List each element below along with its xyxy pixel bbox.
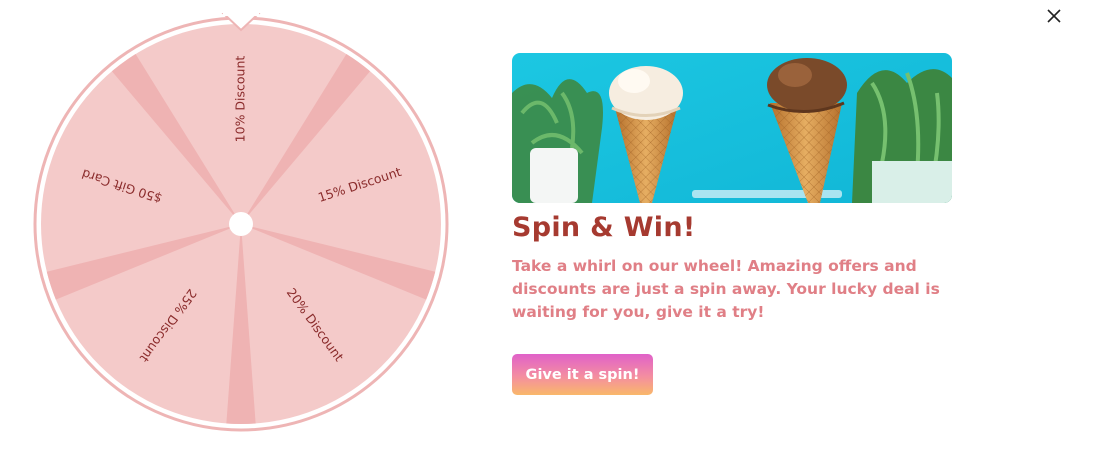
- wheel-pointer-cap: [223, 10, 259, 16]
- wheel-segment-label: 10% Discount: [233, 56, 248, 143]
- promo-image: [512, 53, 952, 203]
- promo-description: Take a whirl on our wheel! Amazing offer…: [512, 257, 940, 321]
- wheel-hub: [229, 212, 253, 236]
- close-icon: [1047, 9, 1061, 23]
- promo-title: Spin & Win!: [512, 212, 696, 243]
- spin-button[interactable]: Give it a spin!: [512, 354, 653, 395]
- prize-wheel[interactable]: 10% Discount 15% Discount 20% Discount 25% …: [30, 10, 454, 438]
- prize-wheel-svg: 10% Discount15% Discount20% Discount25% …: [33, 10, 449, 432]
- close-button[interactable]: [1042, 4, 1066, 28]
- ice-cream-image: [512, 53, 952, 203]
